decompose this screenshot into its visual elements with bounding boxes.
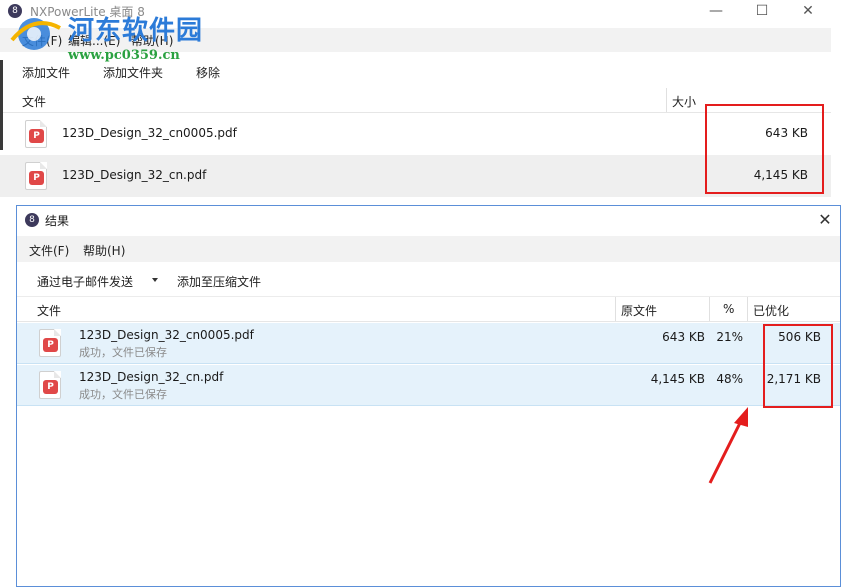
optimized-highlight-box	[763, 324, 833, 408]
pdf-file-icon: P	[25, 120, 47, 148]
dialog-title: 结果	[45, 214, 70, 228]
result-percent: 21%	[716, 330, 743, 344]
add-file-button[interactable]: 添加文件	[22, 64, 70, 81]
result-file-name: 123D_Design_32_cn.pdf	[79, 370, 224, 384]
dialog-menu-help[interactable]: 帮助(H)	[83, 242, 125, 259]
add-folder-button[interactable]: 添加文件夹	[103, 64, 163, 81]
chevron-down-icon[interactable]	[152, 278, 158, 282]
column-separator[interactable]	[747, 297, 748, 321]
dialog-title-bar: 8 结果 ✕	[17, 206, 840, 234]
result-status: 成功，文件已保存	[79, 346, 167, 359]
result-original-size: 643 KB	[662, 330, 705, 344]
result-row[interactable]: P 123D_Design_32_cn.pdf 成功，文件已保存 4,145 K…	[17, 365, 840, 406]
left-edge-accent	[0, 60, 3, 150]
nxpowerlite-app-icon: 8	[25, 213, 39, 227]
background-window-edge	[831, 58, 841, 80]
result-status: 成功，文件已保存	[79, 388, 167, 401]
column-file[interactable]: 文件	[22, 93, 46, 110]
pdf-file-icon: P	[39, 329, 61, 357]
result-file-name: 123D_Design_32_cn0005.pdf	[79, 328, 254, 342]
remove-button[interactable]: 移除	[196, 64, 220, 81]
file-name: 123D_Design_32_cn0005.pdf	[62, 126, 237, 140]
result-percent: 48%	[716, 372, 743, 386]
column-separator[interactable]	[615, 297, 616, 321]
dialog-close-button[interactable]: ✕	[810, 206, 840, 234]
column-file[interactable]: 文件	[37, 302, 61, 319]
column-optimized[interactable]: 已优化	[753, 302, 789, 319]
pdf-file-icon: P	[25, 162, 47, 190]
minimize-button[interactable]: —	[693, 0, 739, 22]
maximize-button[interactable]: ☐	[739, 0, 785, 22]
file-name: 123D_Design_32_cn.pdf	[62, 168, 207, 182]
dialog-menu-bar: 文件(F) 帮助(H)	[17, 236, 840, 262]
column-size[interactable]: 大小	[672, 93, 696, 110]
watermark-logo-icon	[10, 18, 61, 50]
dialog-column-header: 文件 原文件 % 已优化	[17, 297, 840, 322]
result-row[interactable]: P 123D_Design_32_cn0005.pdf 成功，文件已保存 643…	[17, 323, 840, 364]
annotation-arrow-icon	[708, 407, 748, 484]
size-highlight-box	[705, 104, 824, 194]
dialog-menu-file[interactable]: 文件(F)	[29, 242, 69, 259]
add-to-zip-button[interactable]: 添加至压缩文件	[177, 273, 261, 290]
column-separator[interactable]	[666, 88, 667, 112]
dialog-toolbar: 通过电子邮件发送 添加至压缩文件	[17, 264, 840, 297]
result-dialog: 8 结果 ✕ 文件(F) 帮助(H) 通过电子邮件发送 添加至压缩文件 文件 原…	[16, 205, 841, 587]
close-button[interactable]: ✕	[785, 0, 831, 22]
send-email-button[interactable]: 通过电子邮件发送	[37, 273, 133, 290]
column-separator[interactable]	[709, 297, 710, 321]
watermark-title: 河东软件园	[68, 16, 204, 46]
result-original-size: 4,145 KB	[650, 372, 705, 386]
pdf-file-icon: P	[39, 371, 61, 399]
column-percent[interactable]: %	[723, 302, 734, 316]
column-original[interactable]: 原文件	[621, 302, 657, 319]
watermark-url: www.pc0359.cn	[68, 48, 180, 63]
